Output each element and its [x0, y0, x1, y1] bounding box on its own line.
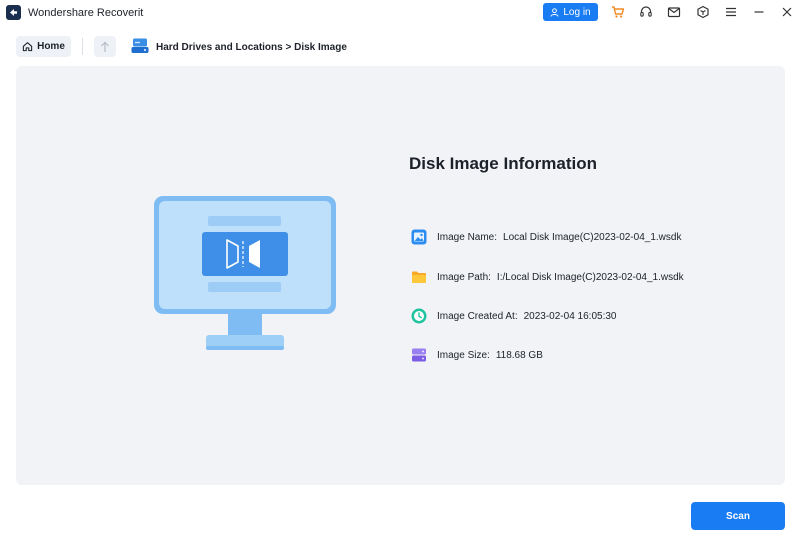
up-button[interactable] — [94, 36, 116, 57]
image-path-label: Image Path: — [437, 271, 491, 283]
nav-divider — [82, 38, 83, 55]
home-button[interactable]: Home — [16, 36, 71, 57]
info-title: Disk Image Information — [409, 154, 597, 173]
title-bar: Wondershare Recoverit Log in — [0, 0, 800, 26]
disk-image-panel: Disk Image Information Image Name: Local… — [16, 66, 785, 485]
image-created-label: Image Created At: — [437, 310, 518, 322]
image-path-row: Image Path: I:/Local Disk Image(C)2023-0… — [410, 268, 684, 286]
monitor-illustration — [154, 196, 336, 350]
image-name-label: Image Name: — [437, 231, 498, 243]
scan-button[interactable]: Scan — [691, 502, 785, 530]
login-label: Log in — [563, 6, 591, 18]
settings-hexagon-icon[interactable] — [695, 4, 711, 20]
image-name-row: Image Name: Local Disk Image(C)2023-02-0… — [410, 228, 681, 246]
arrow-up-icon — [101, 41, 109, 52]
image-icon — [410, 228, 428, 246]
image-name-value: Local Disk Image(C)2023-02-04_1.wsdk — [503, 231, 682, 243]
breadcrumb: Hard Drives and Locations > Disk Image — [156, 42, 347, 53]
login-button[interactable]: Log in — [543, 3, 598, 21]
app-logo-icon — [6, 5, 21, 20]
image-created-value: 2023-02-04 16:05:30 — [523, 310, 617, 322]
home-icon — [22, 42, 33, 52]
image-size-label: Image Size: — [437, 349, 490, 361]
menu-icon[interactable] — [723, 4, 739, 20]
home-label: Home — [37, 41, 65, 52]
close-icon[interactable] — [779, 4, 795, 20]
mail-icon[interactable] — [666, 4, 682, 20]
image-size-row: Image Size: 118.68 GB — [410, 346, 543, 364]
storage-icon — [410, 346, 428, 364]
image-path-value: I:/Local Disk Image(C)2023-02-04_1.wsdk — [496, 271, 684, 283]
headset-icon[interactable] — [638, 4, 654, 20]
folder-icon — [410, 268, 428, 286]
clock-icon — [410, 307, 428, 325]
image-size-value: 118.68 GB — [495, 349, 543, 361]
app-title: Wondershare Recoverit — [28, 7, 144, 19]
cart-icon[interactable] — [610, 4, 626, 20]
minimize-icon[interactable] — [751, 4, 767, 20]
user-icon — [550, 7, 559, 17]
image-created-row: Image Created At: 2023-02-04 16:05:30 — [410, 307, 616, 325]
hard-drive-icon — [130, 37, 150, 55]
